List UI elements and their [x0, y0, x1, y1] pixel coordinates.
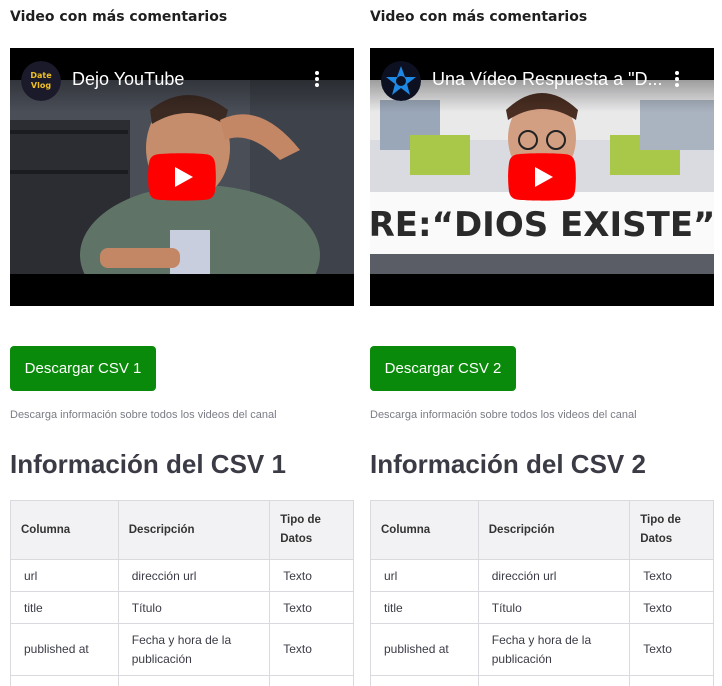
video-title[interactable]: Dejo YouTube	[72, 69, 312, 90]
table-cell	[629, 675, 714, 686]
column-header[interactable]: Descripción	[477, 500, 631, 560]
column-header[interactable]: Descripción	[117, 500, 271, 560]
svg-text:Vlog: Vlog	[31, 81, 51, 90]
table-row	[370, 675, 714, 686]
table-row: published at Fecha y hora de la publicac…	[370, 623, 714, 676]
table-row: url dirección url Texto	[370, 559, 714, 592]
youtube-play-icon[interactable]	[508, 153, 576, 201]
table-row	[10, 675, 354, 686]
table-row: url dirección url Texto	[10, 559, 354, 592]
table-cell: url	[370, 559, 479, 592]
svg-text:Date: Date	[30, 71, 52, 80]
table-row: published at Fecha y hora de la publicac…	[10, 623, 354, 676]
download-csv-2-button[interactable]: Descargar CSV 2	[370, 346, 516, 391]
section-title: Video con más comentarios	[10, 9, 228, 25]
table-cell	[477, 675, 631, 686]
table-header-row: Columna Descripción Tipo de Datos	[370, 500, 714, 560]
table-cell: Fecha y hora de la publicación	[477, 623, 631, 676]
download-caption: Descarga información sobre todos los vid…	[370, 409, 637, 421]
table-cell	[117, 675, 271, 686]
video-title[interactable]: Una Vídeo Respuesta a "D...	[432, 69, 672, 90]
thumbnail-overlay-text: RE:“DIOS EXISTE”	[370, 205, 714, 245]
more-vert-icon[interactable]	[314, 71, 320, 89]
table-cell: Texto	[269, 591, 354, 624]
table-cell	[10, 675, 119, 686]
table-cell: url	[10, 559, 119, 592]
column-header[interactable]: Columna	[370, 500, 479, 560]
download-csv-1-button[interactable]: Descargar CSV 1	[10, 346, 156, 391]
column-header[interactable]: Tipo de Datos	[269, 500, 354, 560]
csv-info-heading: Información del CSV 2	[370, 449, 646, 479]
table-cell: dirección url	[477, 559, 631, 592]
table-row: title Título Texto	[10, 591, 354, 624]
table-cell: Texto	[269, 623, 354, 676]
column-header[interactable]: Tipo de Datos	[629, 500, 714, 560]
table-row: title Título Texto	[370, 591, 714, 624]
table-cell: Título	[117, 591, 271, 624]
csv-info-table: Columna Descripción Tipo de Datos url di…	[10, 500, 354, 686]
table-cell	[269, 675, 354, 686]
table-cell: Fecha y hora de la publicación	[117, 623, 271, 676]
youtube-play-icon[interactable]	[148, 153, 216, 201]
table-cell: Texto	[629, 623, 714, 676]
table-cell: title	[370, 591, 479, 624]
table-header-row: Columna Descripción Tipo de Datos	[10, 500, 354, 560]
download-caption: Descarga información sobre todos los vid…	[10, 409, 277, 421]
table-cell	[370, 675, 479, 686]
table-cell: title	[10, 591, 119, 624]
table-cell: published at	[370, 623, 479, 676]
column-header[interactable]: Columna	[10, 500, 119, 560]
csv-info-table: Columna Descripción Tipo de Datos url di…	[370, 500, 714, 686]
channel-avatar[interactable]: Date Vlog	[21, 61, 61, 101]
more-vert-icon[interactable]	[674, 71, 680, 89]
table-cell: Texto	[629, 591, 714, 624]
table-cell: Título	[477, 591, 631, 624]
channel-avatar[interactable]	[381, 61, 421, 101]
table-cell: dirección url	[117, 559, 271, 592]
table-cell: Texto	[629, 559, 714, 592]
video-player[interactable]: RE:“DIOS EXISTE” Una Vídeo Respuesta a "…	[370, 48, 714, 306]
csv-info-heading: Información del CSV 1	[10, 449, 286, 479]
section-title: Video con más comentarios	[370, 9, 588, 25]
table-cell: published at	[10, 623, 119, 676]
table-cell: Texto	[269, 559, 354, 592]
video-player[interactable]: Date Vlog Dejo YouTube	[10, 48, 354, 306]
